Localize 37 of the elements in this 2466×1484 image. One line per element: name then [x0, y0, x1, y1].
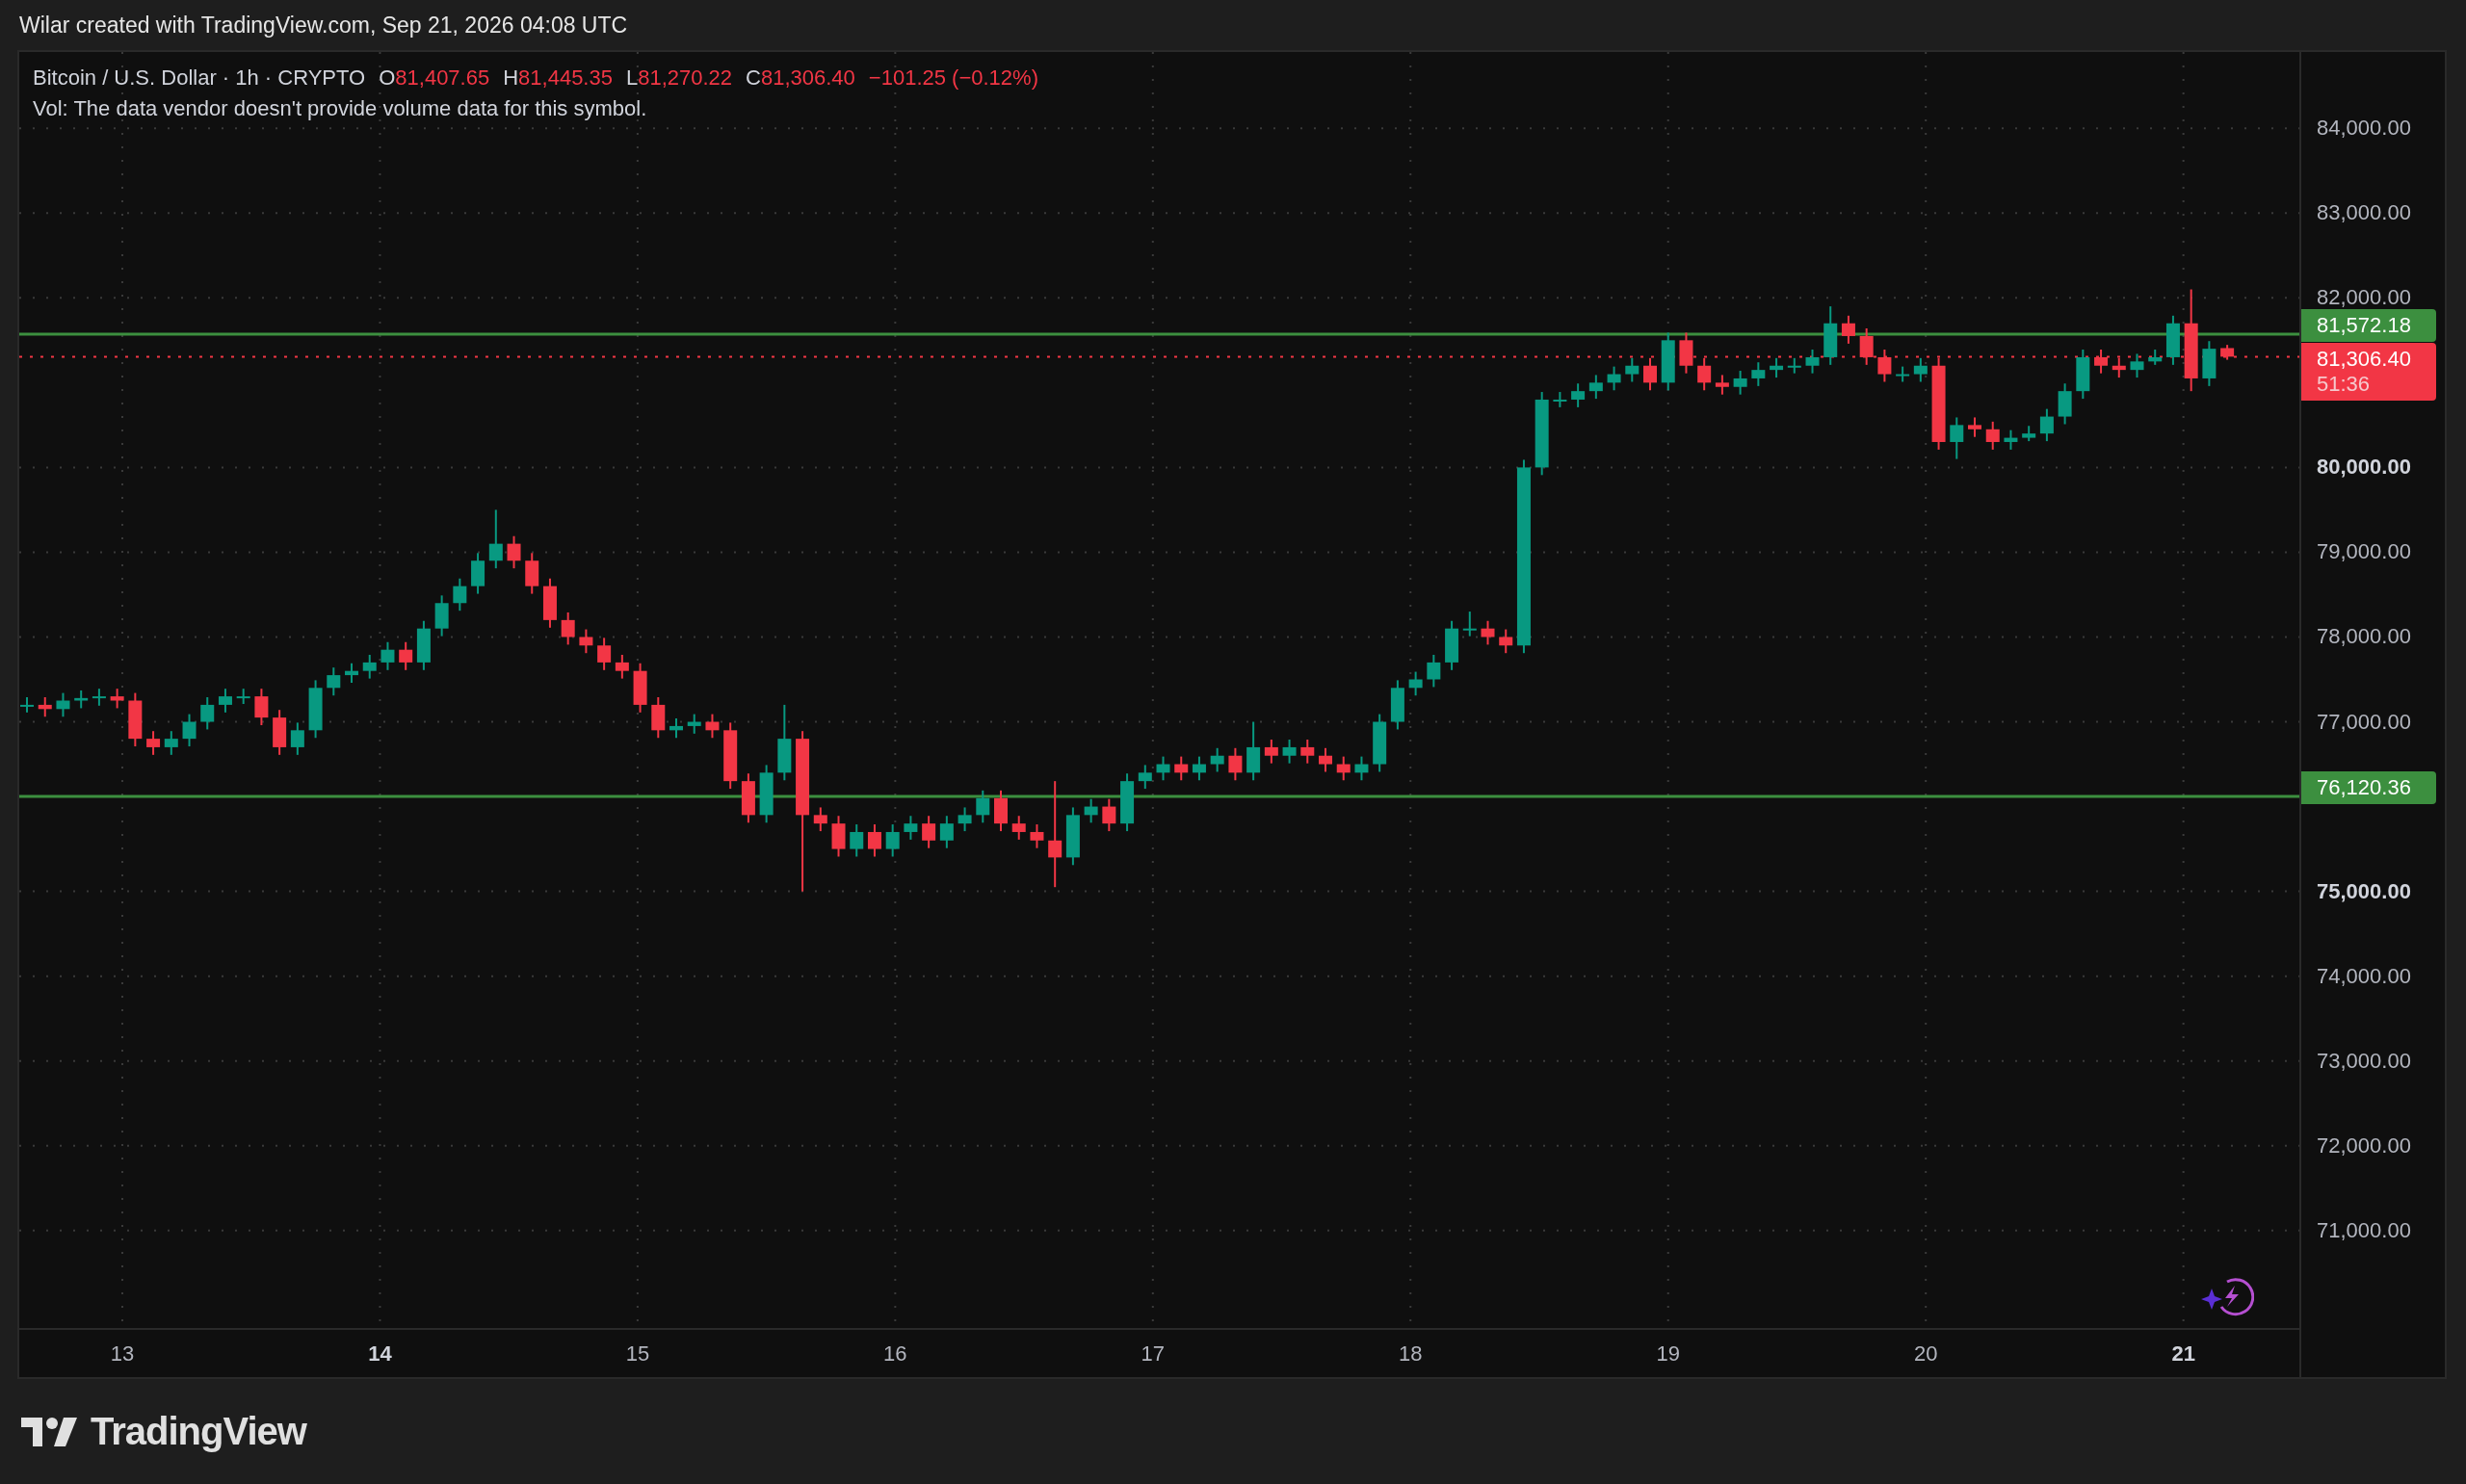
- y-axis-label: 83,000.00: [2317, 199, 2411, 227]
- x-axis-label: 15: [625, 1341, 650, 1367]
- ohlc-value: 81,445.35: [518, 65, 613, 91]
- y-axis-label: 73,000.00: [2317, 1047, 2411, 1075]
- volume-note: Vol: The data vendor doesn't provide volume data for this symbol.: [33, 96, 648, 121]
- x-axis-label: 18: [1399, 1341, 1423, 1367]
- x-axis-label: 21: [2171, 1341, 2195, 1367]
- price-tag: 76,120.36: [2301, 770, 2436, 804]
- y-axis-label: 72,000.00: [2317, 1132, 2411, 1159]
- ohlc-key: C: [746, 65, 761, 91]
- y-axis-label: 74,000.00: [2317, 962, 2411, 990]
- y-axis-label: 75,000.00: [2317, 877, 2411, 905]
- y-axis-label: 78,000.00: [2317, 623, 2411, 651]
- ohlc-value: 81,306.40: [760, 65, 855, 91]
- x-axis-label: 17: [1141, 1341, 1166, 1367]
- x-axis-label: 19: [1656, 1341, 1680, 1367]
- x-axis-label: 13: [110, 1341, 135, 1367]
- ohlc-key: L: [625, 65, 639, 91]
- y-axis-label: 84,000.00: [2317, 115, 2411, 143]
- price-change: −101.25 (−0.12%): [868, 65, 1038, 91]
- x-axis-label: 14: [368, 1341, 392, 1367]
- symbol-title: Bitcoin / U.S. Dollar · 1h · CRYPTO: [33, 65, 366, 91]
- price-tag: 81,572.18: [2301, 308, 2436, 342]
- ohlc-key: O: [379, 65, 396, 91]
- x-axis-label: 20: [1913, 1341, 1938, 1367]
- brand-name: TradingView: [91, 1410, 306, 1453]
- bar-countdown: 51:36: [2317, 372, 2372, 398]
- last-price: 81,306.40: [2317, 347, 2412, 373]
- ohlc-value: 81,407.65: [395, 65, 490, 91]
- ohlc-key: H: [503, 65, 519, 91]
- y-axis-label: 80,000.00: [2317, 454, 2411, 482]
- attribution-text: Wilar created with TradingView.com, Sep 21, 2026 04:08 UTC: [19, 12, 628, 39]
- x-axis-label: 16: [883, 1341, 907, 1367]
- y-axis-label: 79,000.00: [2317, 538, 2411, 566]
- y-axis-label: 71,000.00: [2317, 1216, 2411, 1244]
- ohlc-value: 81,270.22: [638, 65, 733, 91]
- y-axis-label: 77,000.00: [2317, 708, 2411, 736]
